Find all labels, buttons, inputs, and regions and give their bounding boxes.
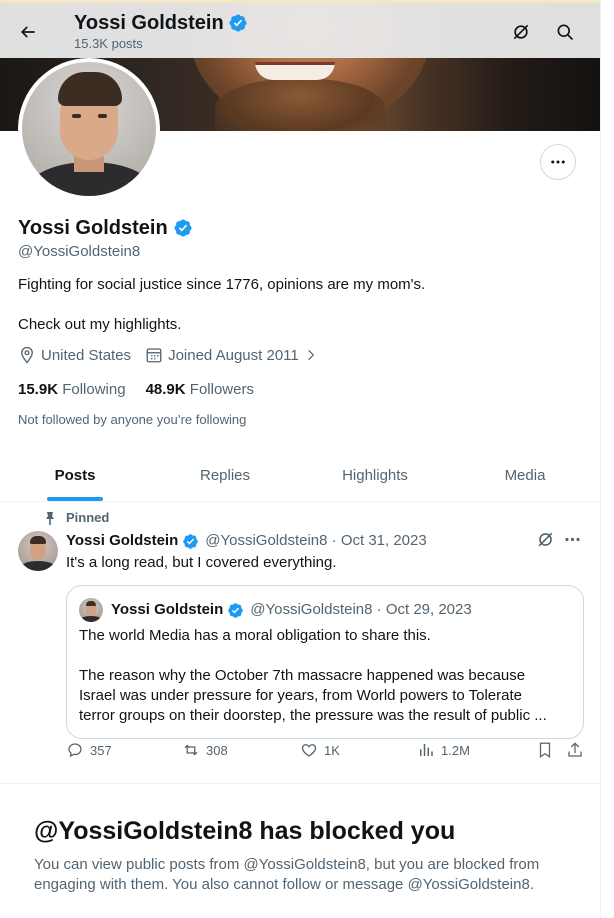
- reply-button[interactable]: 357: [66, 741, 112, 759]
- pinned-tweet[interactable]: Pinned Yossi Goldstein @YossiGoldstein8 …: [0, 503, 600, 784]
- bio-line: Check out my highlights.: [18, 316, 182, 333]
- following-label: Following: [62, 381, 126, 398]
- back-button[interactable]: [10, 14, 46, 50]
- more-options-button[interactable]: [540, 144, 576, 180]
- profile-location: United States: [41, 346, 132, 364]
- grok-button[interactable]: [503, 14, 539, 50]
- header-posts-count: 15.3K posts: [74, 36, 143, 51]
- verified-badge-icon: [228, 602, 244, 618]
- quoted-handle-date: @YossiGoldstein8 · Oct 29, 2023: [250, 601, 472, 618]
- quoted-text-line: Israel was under pressure for years, fro…: [79, 687, 522, 704]
- blocked-message: You can view public posts from @YossiGol…: [34, 856, 540, 893]
- views-count: 1.2M: [441, 742, 470, 758]
- like-count: 1K: [324, 742, 340, 758]
- bookmark-icon: [539, 742, 551, 758]
- arrow-left-icon: [20, 26, 35, 38]
- tab-media[interactable]: Media: [450, 450, 600, 501]
- pinned-label: Pinned: [66, 510, 110, 525]
- profile-name: Yossi Goldstein: [18, 217, 168, 239]
- search-button[interactable]: [547, 14, 583, 50]
- quoted-tweet-avatar: [79, 598, 103, 622]
- following-link[interactable]: 15.9K Following: [18, 381, 126, 398]
- header-name: Yossi Goldstein: [74, 12, 224, 34]
- quoted-author-name: Yossi Goldstein: [111, 601, 224, 618]
- views-chart-icon: [420, 744, 433, 756]
- verified-badge-icon: [183, 533, 199, 549]
- joined-date-link[interactable]: Joined August 2011: [145, 346, 318, 364]
- tweet-handle-date[interactable]: @YossiGoldstein8 · Oct 31, 2023: [205, 531, 426, 551]
- repost-icon: [184, 744, 198, 756]
- tweet-text: It's a long read, but I covered everythi…: [66, 554, 337, 571]
- tab-posts[interactable]: Posts: [0, 450, 150, 501]
- heart-icon: [301, 744, 317, 757]
- profile-header-bar: Yossi Goldstein 15.3K posts: [0, 0, 600, 58]
- blocked-notice: @YossiGoldstein8 has blocked you You can…: [0, 785, 600, 918]
- profile-avatar[interactable]: [18, 58, 160, 200]
- views-button[interactable]: 1.2M: [417, 741, 470, 759]
- location-pin-icon: [21, 346, 33, 364]
- grok-icon: [513, 24, 529, 40]
- bio-line: Fighting for social justice since 1776, …: [18, 276, 426, 293]
- quoted-text-line: terror groups on their doorstep, the pre…: [79, 707, 547, 724]
- blocked-title: @YossiGoldstein8 has blocked you: [34, 817, 456, 845]
- more-dots-icon[interactable]: [563, 530, 582, 549]
- followers-count: 48.9K: [145, 381, 186, 398]
- repost-button[interactable]: 308: [182, 741, 228, 759]
- following-count: 15.9K: [18, 381, 59, 398]
- profile-handle: @YossiGoldstein8: [18, 243, 141, 260]
- profile-bio: Fighting for social justice since 1776, …: [18, 275, 588, 355]
- calendar-icon: [146, 348, 162, 363]
- profile-joined: Joined August 2011: [168, 346, 299, 364]
- chevron-right-icon: [307, 349, 314, 361]
- repost-count: 308: [206, 742, 228, 758]
- followers-label: Followers: [189, 381, 254, 398]
- bookmark-button[interactable]: [536, 741, 554, 759]
- like-button[interactable]: 1K: [300, 741, 340, 759]
- not-followed-text: Not followed by anyone you’re following: [18, 412, 247, 427]
- followers-link[interactable]: 48.9K Followers: [146, 381, 254, 398]
- search-icon: [557, 24, 574, 41]
- pinned-indicator: Pinned: [44, 510, 109, 525]
- profile-page: Yossi Goldstein 15.3K posts Yossi Goldst…: [0, 0, 600, 918]
- reply-count: 357: [90, 742, 112, 758]
- more-dots-icon: [551, 160, 565, 164]
- quoted-tweet[interactable]: Yossi Goldstein @YossiGoldstein8 · Oct 2…: [66, 585, 584, 739]
- share-button[interactable]: [566, 741, 584, 759]
- verified-badge-icon[interactable]: [173, 218, 193, 238]
- tweet-avatar[interactable]: [18, 531, 58, 571]
- grok-icon[interactable]: [536, 530, 555, 549]
- quoted-text-line: The reason why the October 7th massacre …: [79, 667, 526, 684]
- profile-meta: United States Joined August 2011: [18, 346, 328, 364]
- share-icon: [568, 742, 582, 757]
- reply-icon: [68, 743, 82, 758]
- tab-highlights[interactable]: Highlights: [300, 450, 450, 501]
- profile-tabs: Posts Replies Highlights Media: [0, 450, 600, 502]
- tweet-author-name[interactable]: Yossi Goldstein: [66, 531, 178, 551]
- tab-replies[interactable]: Replies: [150, 450, 300, 501]
- right-rail: [600, 0, 614, 918]
- quoted-text-para: The world Media has a moral obligation t…: [79, 627, 431, 644]
- verified-badge-icon: [229, 14, 247, 32]
- pin-icon: [46, 511, 54, 525]
